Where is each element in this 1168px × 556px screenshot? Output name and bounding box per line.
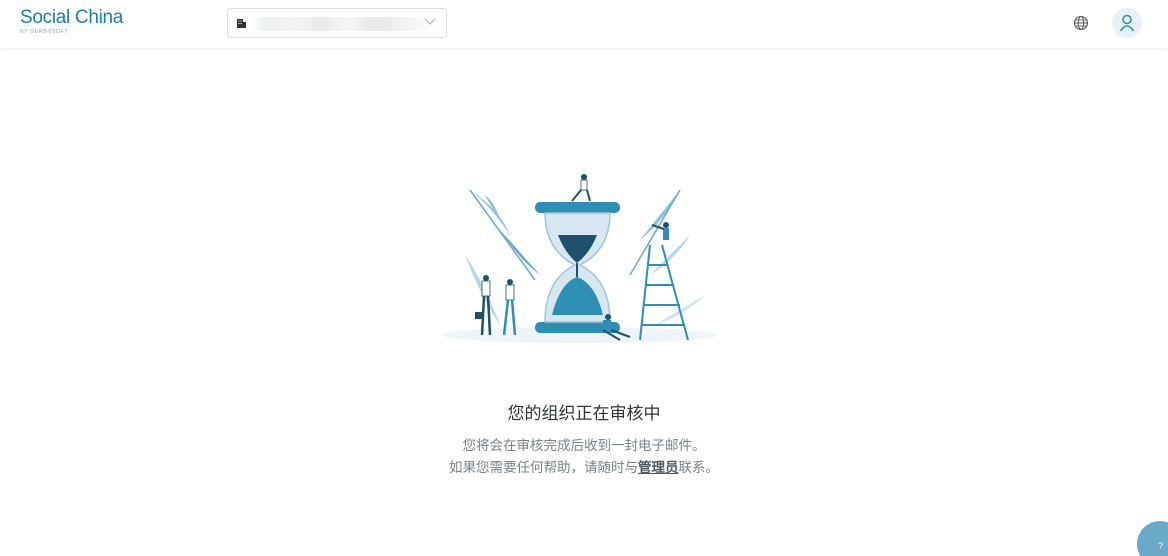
help-text-before: 如果您需要任何帮助，请随时与 — [449, 460, 638, 475]
top-header: Social China BY DERBYSOFT ██████████████ — [0, 0, 1168, 48]
globe-icon[interactable] — [1073, 15, 1089, 31]
administrator-link[interactable]: 管理员 — [638, 460, 679, 475]
logo[interactable]: Social China BY DERBYSOFT — [20, 7, 123, 36]
building-icon — [237, 19, 246, 28]
user-icon — [1119, 14, 1135, 32]
user-menu-button[interactable] — [1112, 8, 1142, 38]
help-text-after: 联系。 — [678, 460, 720, 475]
review-status-title: 您的组织正在审核中 — [507, 404, 661, 423]
help-label: ? — [1158, 541, 1164, 551]
organization-select[interactable]: ██████████████ — [227, 8, 447, 38]
chevron-down-icon — [424, 18, 436, 25]
logo-subtitle: BY DERBYSOFT — [20, 29, 69, 35]
help-button[interactable]: ? — [1137, 521, 1168, 556]
organization-name-blurred: ██████████████ — [252, 17, 437, 31]
email-notice-text: 您将会在审核完成后收到一封电子邮件。 — [462, 438, 706, 453]
logo-title: Social China — [20, 7, 124, 28]
help-contact-text: 如果您需要任何帮助，请随时与管理员联系。 — [0, 456, 1168, 476]
hourglass-illustration — [442, 174, 718, 343]
